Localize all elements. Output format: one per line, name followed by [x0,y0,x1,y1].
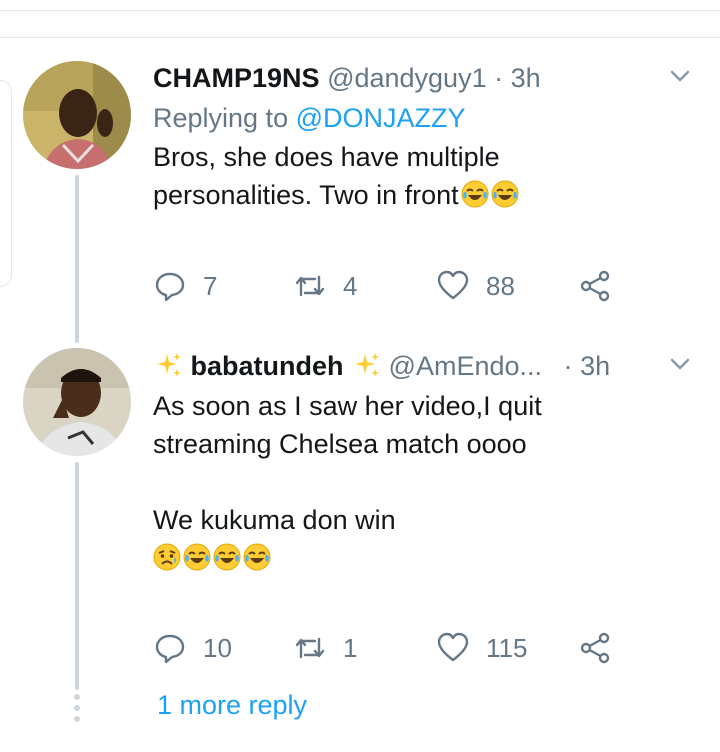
reply-count: 10 [203,632,232,663]
retweet-button[interactable]: 1 [293,626,357,670]
more-replies-link[interactable]: 1 more reply [157,690,307,721]
chevron-down-icon[interactable] [668,352,692,376]
tweet[interactable]: babatundeh @AmEndo... · 3h As soon as I … [153,346,700,577]
divider [0,37,720,38]
tweet-emoji-line [153,539,700,577]
share-icon [580,270,610,302]
separator: · [494,63,504,93]
sparkles-icon [355,353,380,377]
heart-icon [437,270,469,300]
reply-button[interactable]: 7 [153,264,217,308]
timestamp: 3h [580,351,611,381]
avatar[interactable] [23,348,131,456]
mention-link[interactable]: @DONJAZZY [296,103,466,133]
share-button[interactable] [578,626,612,670]
reply-count: 7 [203,270,218,301]
tweet-text: As soon as I saw her video,I quit stream… [153,387,700,539]
like-button[interactable]: 115 [436,626,527,670]
thread-line [75,462,79,690]
sparkles-icon [157,353,181,377]
share-button[interactable] [578,264,612,308]
face-with-tears-of-joy-icon [183,543,211,571]
heart-icon [437,632,469,662]
avatar[interactable] [23,61,131,169]
reply-icon [155,634,185,664]
face-with-tears-of-joy-icon [243,543,271,571]
retweet-count: 1 [343,632,358,663]
top-separator [0,0,720,11]
share-icon [580,632,610,664]
reply-icon [155,272,185,302]
tweet[interactable]: CHAMP19NS @dandyguy1 · 3h Replying to @D… [153,58,700,214]
timestamp: 3h [510,63,541,93]
retweet-button[interactable]: 4 [293,264,357,308]
thread-continuation-dots [74,694,80,724]
face-with-tears-of-joy-icon [461,180,489,208]
retweet-icon [295,275,325,297]
separator: · [563,351,573,381]
face-with-tears-of-joy-icon [213,543,241,571]
like-button[interactable]: 88 [436,264,515,308]
display-name[interactable]: CHAMP19NS [153,63,320,93]
tweet-header: babatundeh @AmEndo... · 3h [153,346,700,386]
user-handle[interactable]: @dandyguy1 [327,63,487,93]
display-name[interactable]: babatundeh [191,351,344,381]
face-with-tears-of-joy-icon [491,180,519,208]
retweet-count: 4 [343,270,358,301]
thread-line [75,175,79,343]
retweet-icon [295,637,325,659]
tweet-text-content: Bros, she does have multiple personaliti… [153,142,500,210]
tweet-actions: 10 1 115 [153,626,613,670]
sad-but-relieved-face-icon [153,543,181,571]
tweet-header: CHAMP19NS @dandyguy1 · 3h [153,58,700,98]
tweet-actions: 7 4 88 [153,264,613,308]
replying-label: Replying to [153,103,289,133]
adjacent-card-edge [0,80,12,287]
tweet-text: Bros, she does have multiple personaliti… [153,138,700,214]
user-handle[interactable]: @AmEndo... [389,351,542,381]
reply-button[interactable]: 10 [153,626,232,670]
like-count: 115 [486,632,528,663]
replying-to: Replying to @DONJAZZY [153,98,700,138]
like-count: 88 [486,270,515,301]
tweet-text-content: As soon as I saw her video,I quit stream… [153,391,542,535]
chevron-down-icon[interactable] [668,64,692,88]
